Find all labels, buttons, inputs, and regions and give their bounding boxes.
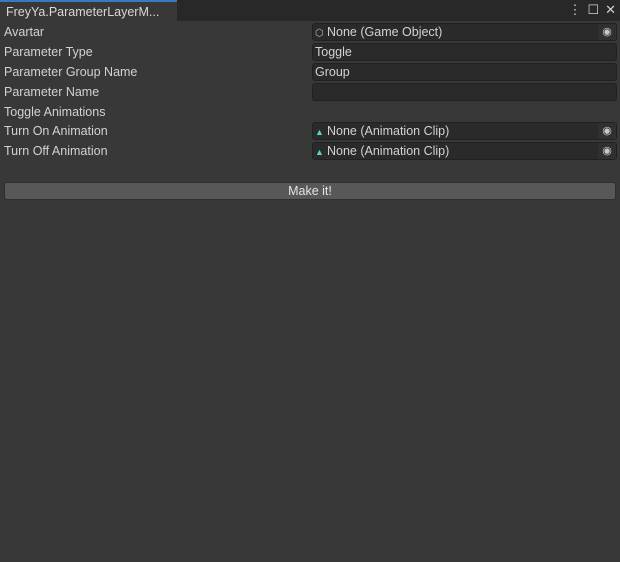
parameter-group-row: Parameter Group Name Group [0, 62, 620, 82]
animation-clip-icon: ▲ [315, 147, 324, 157]
avatar-value: None (Game Object) [327, 25, 443, 39]
parameter-type-row: Parameter Type Toggle [0, 42, 620, 62]
animation-clip-icon: ▲ [315, 127, 324, 137]
tab-parameter-layer-maker[interactable]: FreyYa.ParameterLayerM... [0, 0, 177, 21]
parameter-type-label: Parameter Type [4, 45, 93, 59]
parameter-name-row: Parameter Name [0, 82, 620, 102]
turn-off-animation-label: Turn Off Animation [4, 144, 108, 158]
object-picker-icon[interactable]: ◉ [598, 123, 616, 139]
parameter-name-label: Parameter Name [4, 85, 100, 99]
turn-on-animation-field[interactable]: ▲ None (Animation Clip) ◉ [312, 122, 617, 140]
tab-bar: FreyYa.ParameterLayerM... ⋮ ☐ ✕ [0, 0, 620, 21]
parameter-group-name-field[interactable]: Group [312, 63, 617, 81]
make-it-button[interactable]: Make it! [4, 182, 616, 200]
avatar-object-field[interactable]: ⬡ None (Game Object) ◉ [312, 23, 617, 41]
turn-off-animation-value: None (Animation Clip) [327, 144, 450, 158]
turn-on-animation-label: Turn On Animation [4, 124, 108, 138]
parameter-type-field[interactable]: Toggle [312, 43, 617, 61]
turn-on-animation-value: None (Animation Clip) [327, 124, 450, 138]
more-options-icon[interactable]: ⋮ [568, 2, 581, 18]
maximize-icon[interactable]: ☐ [587, 2, 599, 18]
parameter-name-field[interactable] [312, 83, 617, 101]
object-picker-icon[interactable]: ◉ [598, 24, 616, 40]
toggle-animations-label: Toggle Animations [4, 105, 106, 119]
turn-off-animation-row: Turn Off Animation ▲ None (Animation Clip… [0, 141, 620, 161]
parameter-group-label: Parameter Group Name [4, 65, 138, 79]
avatar-label: Avartar [4, 25, 45, 39]
turn-off-animation-field[interactable]: ▲ None (Animation Clip) ◉ [312, 142, 617, 160]
cube-icon: ⬡ [315, 28, 324, 39]
turn-on-animation-row: Turn On Animation ▲ None (Animation Clip)… [0, 121, 620, 141]
object-picker-icon[interactable]: ◉ [598, 143, 616, 159]
toggle-animations-header: Toggle Animations [0, 102, 620, 122]
avatar-row: Avartar ⬡ None (Game Object) ◉ [0, 22, 620, 42]
close-icon[interactable]: ✕ [605, 2, 616, 18]
